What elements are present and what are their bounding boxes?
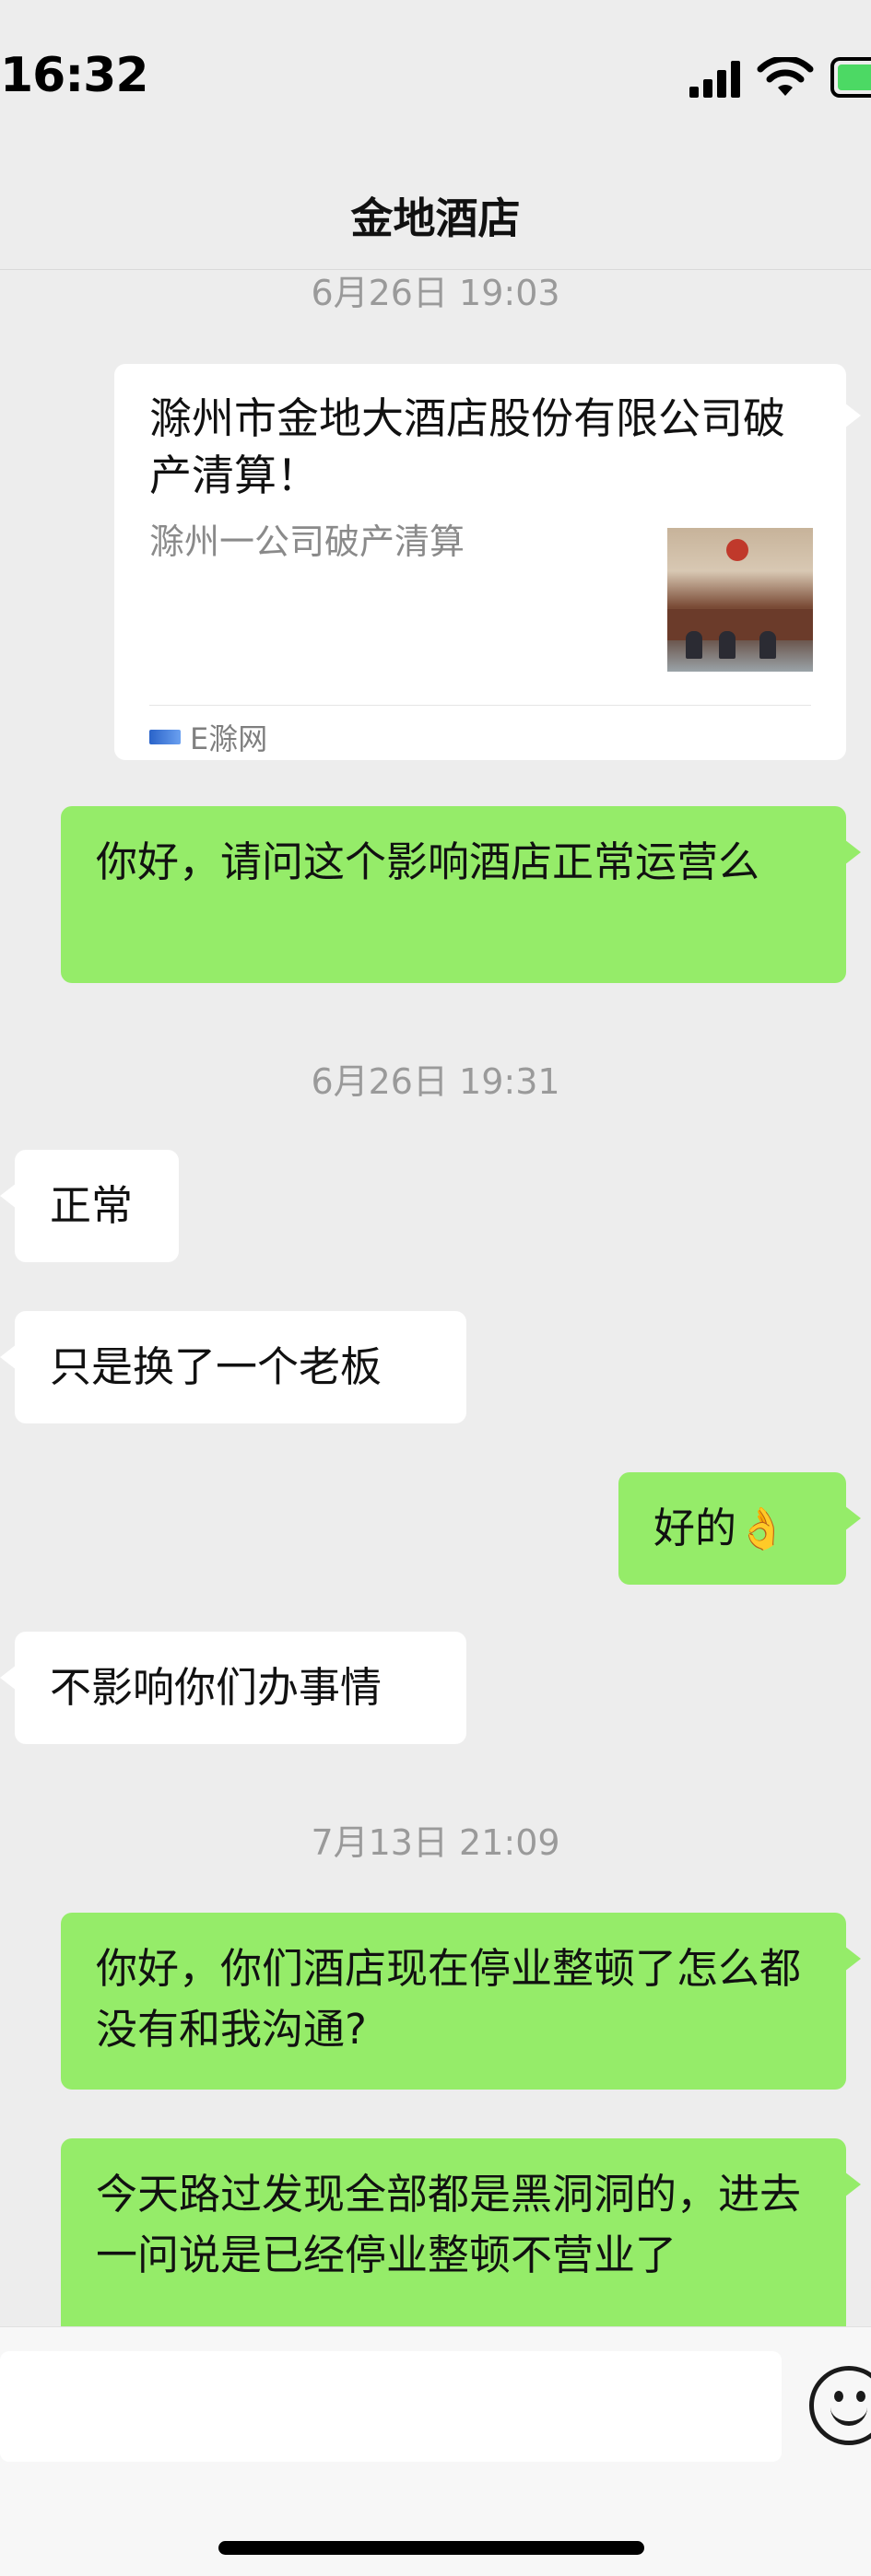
article-title: 滁州市金地大酒店股份有限公司破产清算！	[149, 393, 785, 500]
shared-article-card[interactable]: 滁州市金地大酒店股份有限公司破产清算！ 滁州一公司破产清算 E滁网	[114, 364, 861, 760]
source-name: E滁网	[190, 721, 268, 756]
home-indicator[interactable]	[218, 2541, 644, 2555]
message-input[interactable]	[0, 2351, 782, 2462]
message-outgoing[interactable]: 你好，请问这个影响酒店正常运营么	[61, 806, 861, 983]
nav-bar: 金地酒店	[0, 161, 871, 270]
timestamp: 6月26日 19:03	[311, 273, 560, 313]
status-icons	[689, 57, 871, 98]
article-thumbnail	[667, 528, 813, 672]
emoji-icon[interactable]	[809, 2366, 871, 2445]
status-time: 16:32	[0, 48, 149, 103]
message-outgoing[interactable]: 你好，你们酒店现在停业整顿了怎么都没有和我沟通?	[61, 1913, 861, 2090]
message-list[interactable]: 6月26日 19:03 滁州市金地大酒店股份有限公司破产清算！ 滁州一公司破产清…	[0, 270, 871, 2326]
message-incoming[interactable]: 只是换了一个老板	[0, 1311, 466, 1423]
message-text: 好的	[653, 1504, 737, 1552]
wifi-icon	[757, 57, 814, 96]
ok-hand-icon: 👌	[736, 1505, 787, 1552]
timestamp: 6月26日 19:31	[311, 1061, 560, 1102]
message-incoming[interactable]: 不影响你们办事情	[0, 1632, 466, 1744]
message-outgoing[interactable]: 今天路过发现全部都是黑洞洞的，进去一问说是已经停业整顿不营业了	[61, 2138, 861, 2326]
input-bar	[0, 2326, 871, 2576]
status-bar: 16:32	[0, 0, 871, 161]
article-description: 滁州一公司破产清算	[149, 521, 465, 562]
battery-icon	[830, 57, 871, 98]
message-outgoing[interactable]: 好的👌	[618, 1472, 861, 1585]
signal-icon	[689, 61, 740, 98]
message-incoming[interactable]: 正常	[0, 1150, 179, 1262]
chat-title[interactable]: 金地酒店	[351, 185, 521, 246]
article-source: E滁网	[149, 716, 267, 758]
timestamp: 7月13日 21:09	[311, 1822, 560, 1863]
source-logo-icon	[149, 730, 181, 744]
card-divider	[149, 705, 811, 706]
